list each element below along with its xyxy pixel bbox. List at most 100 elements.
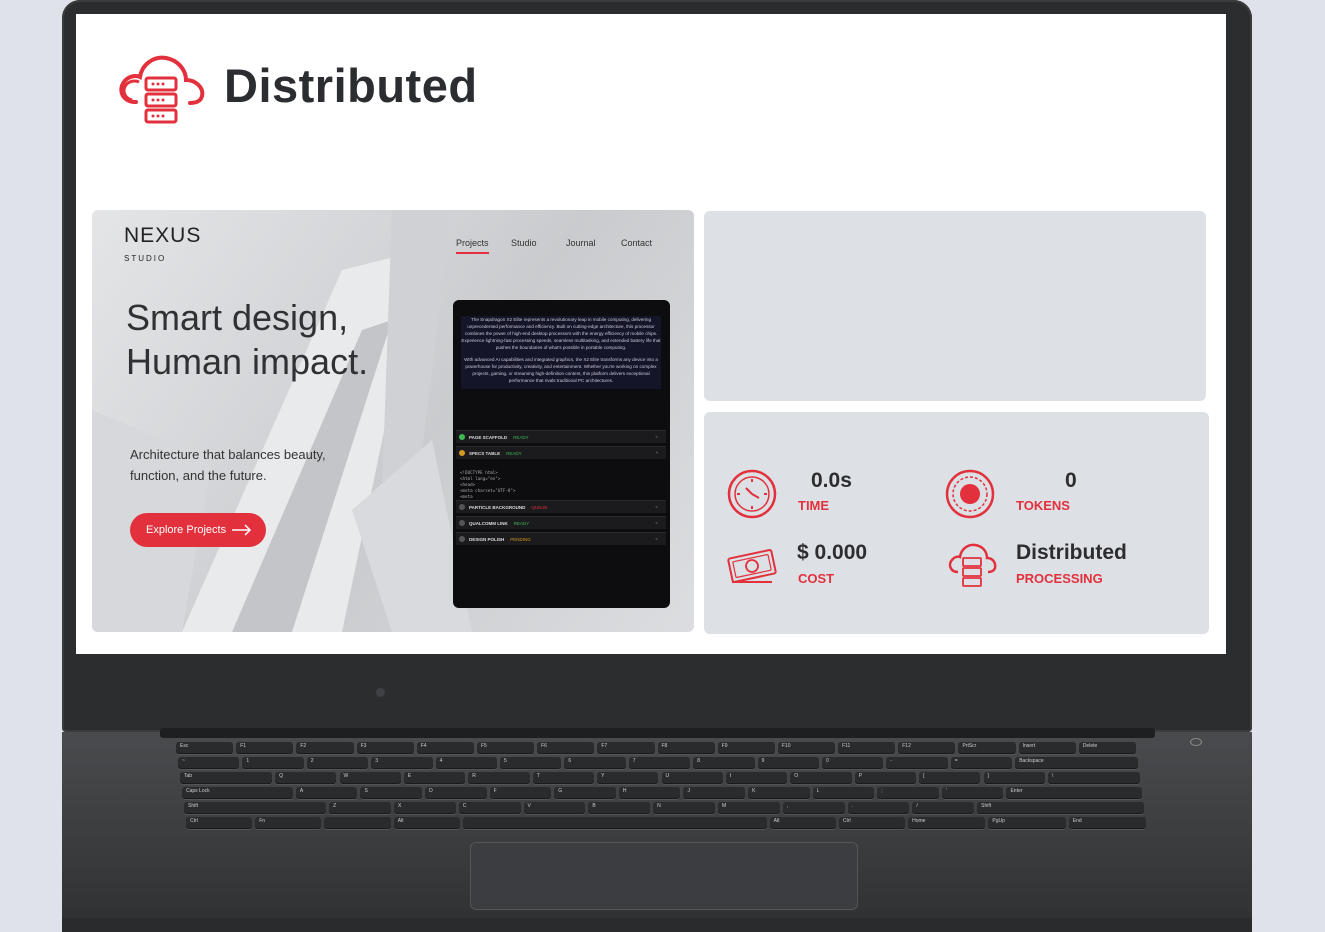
key[interactable]: Home [908,817,986,829]
active-nav-indicator [456,252,489,254]
key[interactable]: F4 [416,742,474,754]
key[interactable]: Ctrl [186,817,253,829]
key[interactable]: H [618,787,681,799]
key[interactable]: Insert [1018,742,1076,754]
key[interactable]: , [782,802,845,814]
key[interactable]: 3 [371,757,433,769]
key[interactable]: ~ [178,757,240,769]
key[interactable]: Y [597,772,659,784]
task-row[interactable]: PARTICLE BACKGROUND QUEUE ▸ [456,500,666,513]
key[interactable]: X [393,802,456,814]
task-status: QUEUE [531,504,548,510]
explore-projects-button[interactable]: Explore Projects [130,513,266,547]
key[interactable]: ] [983,772,1045,784]
key[interactable]: L [812,787,875,799]
task-status: PENDING [510,536,531,542]
key[interactable]: Esc [176,742,234,754]
key[interactable]: F1 [236,742,294,754]
brand-logo[interactable]: NEXUS STUDIO [124,224,201,263]
key[interactable]: = [950,757,1013,769]
key[interactable]: PgUp [988,817,1066,829]
key[interactable]: PrtScr [958,742,1016,754]
key[interactable]: F3 [356,742,414,754]
arrow-right-icon [232,524,252,536]
key[interactable]: V [523,802,586,814]
task-status: READY [513,434,529,440]
key[interactable]: Backspace [1015,757,1138,769]
key[interactable]: ; [877,787,939,799]
key[interactable]: R [468,772,530,784]
key[interactable]: 2 [306,757,369,769]
key[interactable]: I [725,772,788,784]
key[interactable]: 1 [242,757,304,769]
key[interactable]: M [717,802,780,814]
key[interactable]: G [554,787,616,799]
key[interactable]: 7 [628,757,691,769]
key[interactable] [324,817,391,829]
task-row[interactable]: QUALCOMM LINK READY ▸ [456,516,666,529]
key[interactable]: Alt [393,817,460,829]
key[interactable]: Tab [180,772,273,784]
key[interactable]: S [360,787,423,799]
key[interactable]: K [748,787,810,799]
key[interactable]: E [403,772,466,784]
key[interactable]: F11 [838,742,896,754]
key[interactable]: N [653,802,715,814]
key[interactable]: F5 [476,742,535,754]
key[interactable]: 5 [500,757,562,769]
key[interactable]: Ctrl [838,817,906,829]
key[interactable]: 6 [564,757,626,769]
key[interactable]: / [912,802,975,814]
key[interactable]: . [847,802,910,814]
key[interactable]: Caps Lock [182,787,293,799]
key[interactable]: O [790,772,852,784]
key[interactable] [462,817,767,829]
key[interactable]: F [489,787,552,799]
key[interactable]: Shift [977,802,1144,814]
key[interactable]: Enter [1006,787,1142,799]
key[interactable]: C [458,802,521,814]
key[interactable]: End [1068,817,1146,829]
key[interactable]: [ [919,772,981,784]
key[interactable]: W [339,772,401,784]
key[interactable]: Q [275,772,337,784]
key[interactable]: Z [329,802,391,814]
task-row[interactable]: PAGE SCAFFOLD READY ▸ [456,430,666,443]
key[interactable]: Shift [184,802,327,814]
key[interactable]: ' [941,787,1004,799]
laptop-screen: Distributed NEXUS STUDIO Projects Studio… [76,14,1226,654]
nav-projects[interactable]: Projects [456,238,489,248]
hero-line: Human impact. [126,341,369,382]
nav-contact[interactable]: Contact [621,238,652,248]
processing-label: PROCESSING [1016,571,1103,586]
key[interactable]: F2 [296,742,354,754]
key[interactable]: F6 [537,742,595,754]
key[interactable]: Delete [1078,742,1136,754]
key[interactable]: F9 [717,742,775,754]
key[interactable]: 8 [693,757,755,769]
key[interactable]: F10 [777,742,836,754]
key[interactable]: - [886,757,948,769]
key[interactable]: Alt [769,817,836,829]
key[interactable]: 0 [822,757,884,769]
key[interactable]: 9 [757,757,819,769]
key[interactable]: J [683,787,746,799]
nav-studio[interactable]: Studio [511,238,537,248]
task-row[interactable]: SPECS TABLE READY ▾ [456,446,666,459]
task-row[interactable]: DESIGN POLISH PENDING ▸ [456,532,666,545]
key[interactable]: 4 [435,757,497,769]
key[interactable]: P [854,772,917,784]
nav-journal[interactable]: Journal [566,238,596,248]
task-label: QUALCOMM LINK [469,520,508,526]
key[interactable]: Fn [255,817,322,829]
key[interactable]: U [661,772,723,784]
key[interactable]: \ [1047,772,1140,784]
key[interactable]: F8 [657,742,715,754]
key[interactable]: T [532,772,595,784]
trackpad[interactable] [470,842,858,910]
key[interactable]: A [295,787,358,799]
key[interactable]: B [588,802,651,814]
key[interactable]: D [425,787,487,799]
key[interactable]: F7 [597,742,655,754]
key[interactable]: F12 [898,742,956,754]
